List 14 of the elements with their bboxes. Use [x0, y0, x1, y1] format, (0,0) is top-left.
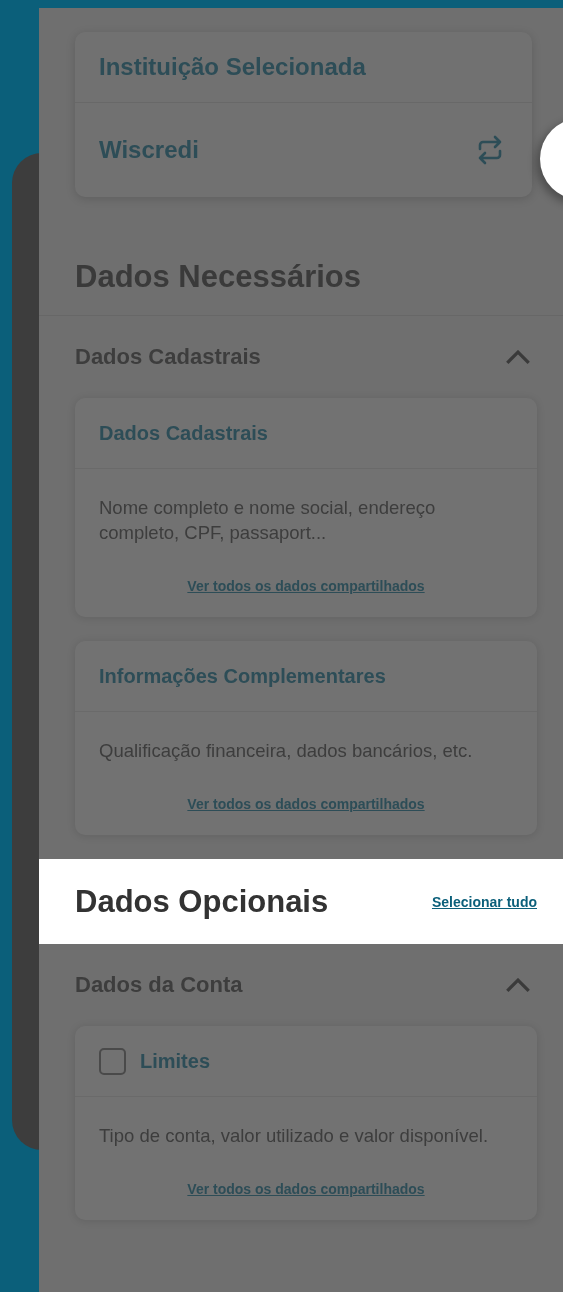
select-all-link[interactable]: Selecionar tudo [431, 893, 537, 910]
card-title: Limites [140, 1049, 211, 1073]
card-title: Informações Complementares [99, 664, 386, 688]
institution-label: Instituição Selecionada [99, 53, 366, 81]
section-heading: Dados Opcionais [75, 883, 329, 920]
card-title: Dados Cadastrais [99, 421, 268, 445]
view-all-link[interactable]: Ver todos os dados compartilhados [187, 1181, 425, 1197]
chevron-up-icon[interactable] [505, 349, 531, 365]
view-all-link[interactable]: Ver todos os dados compartilhados [187, 578, 425, 594]
swap-icon[interactable] [476, 134, 504, 166]
view-all-link[interactable]: Ver todos os dados compartilhados [187, 796, 425, 812]
chevron-up-icon[interactable] [505, 977, 531, 993]
checkbox[interactable] [99, 1047, 126, 1075]
institution-name: Wiscredi [99, 136, 199, 164]
